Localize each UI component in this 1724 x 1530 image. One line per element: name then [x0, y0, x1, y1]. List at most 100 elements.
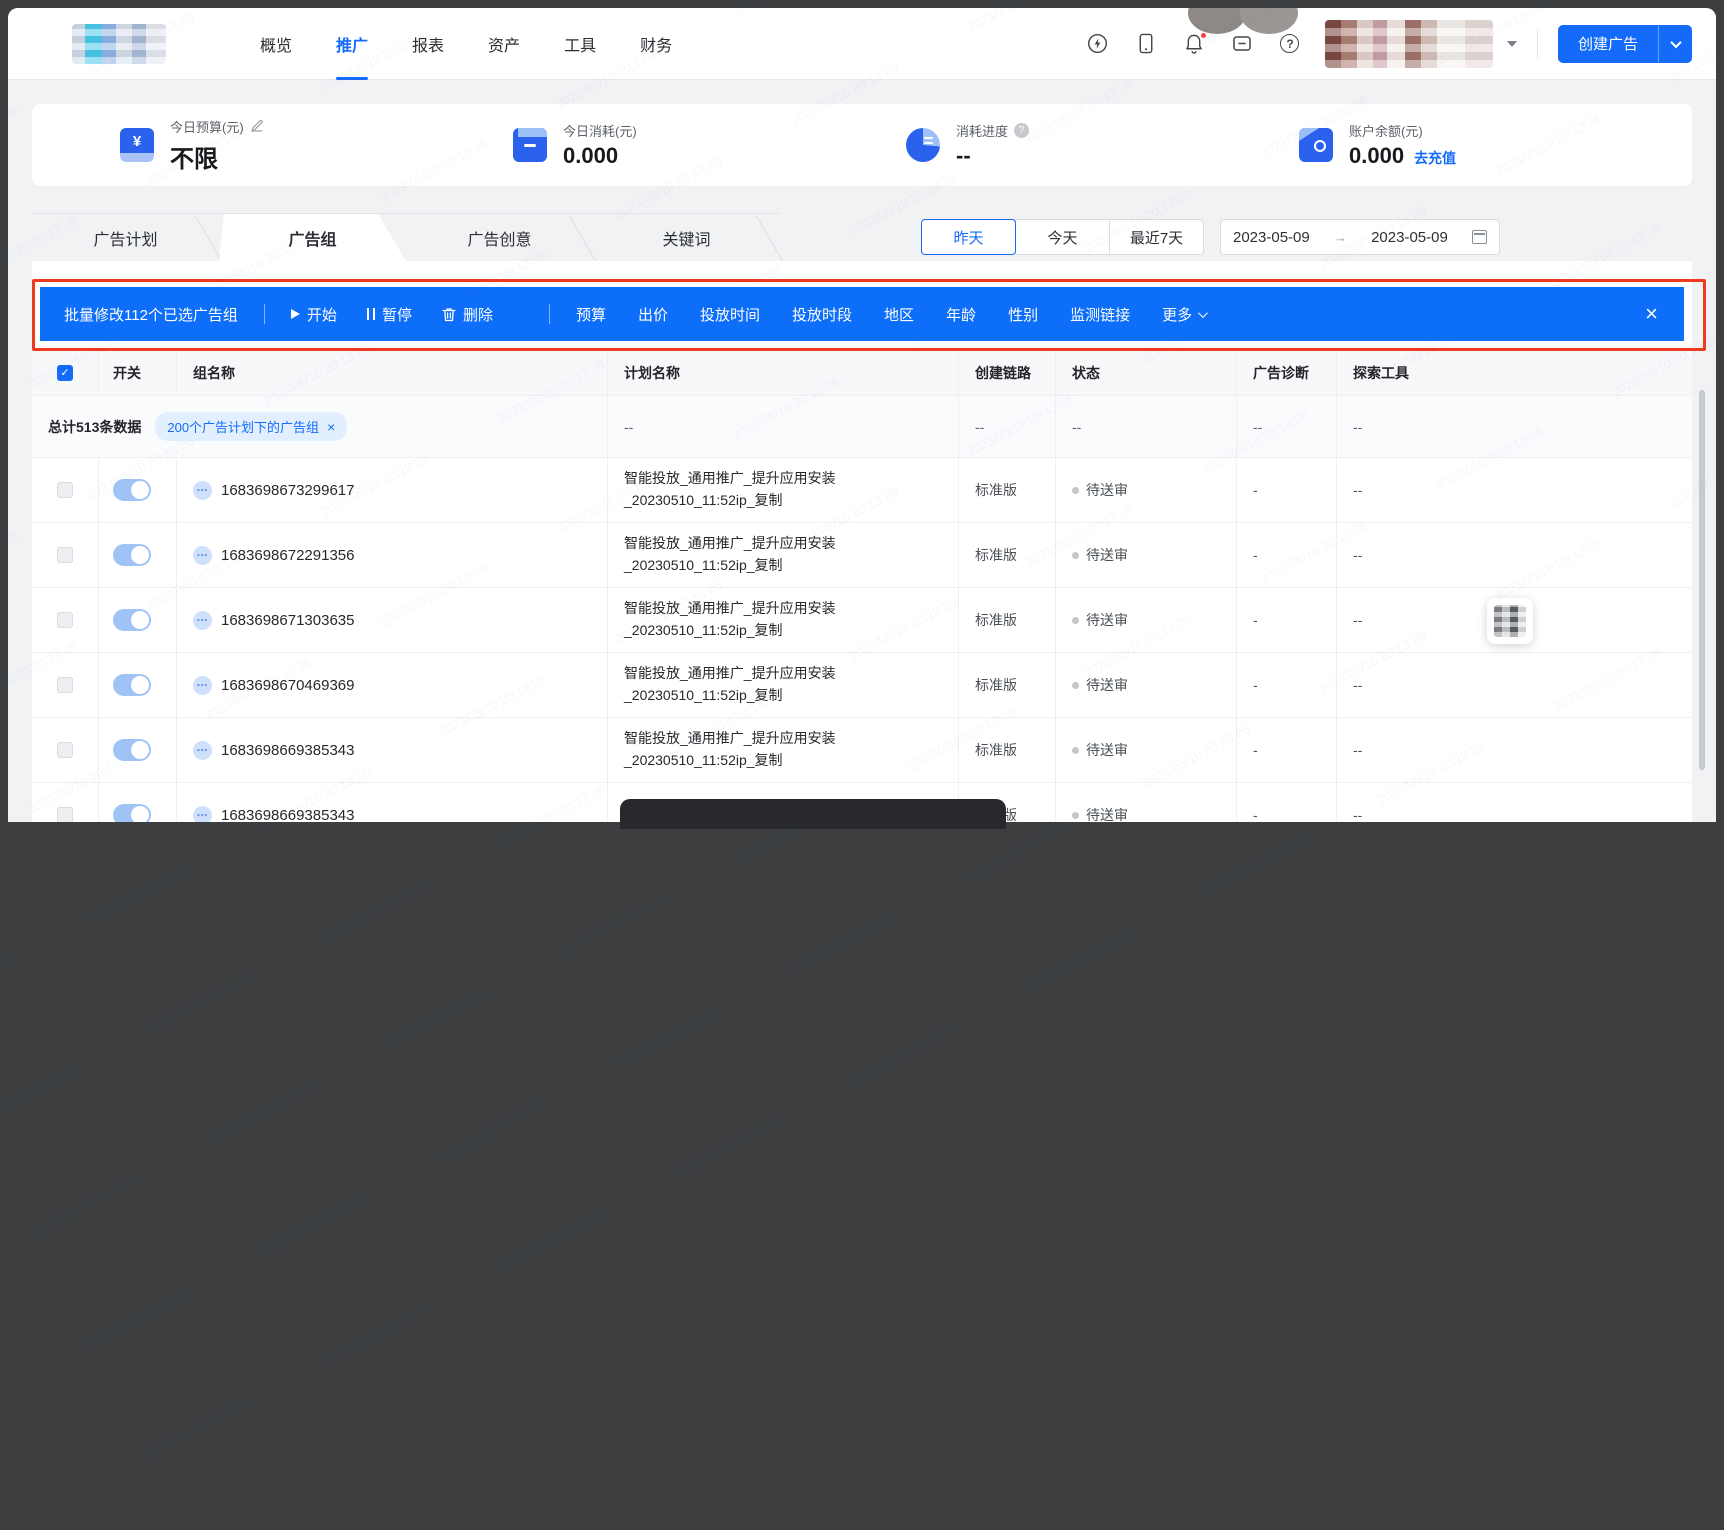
- edit-budget-icon[interactable]: [250, 119, 264, 133]
- row-checkbox[interactable]: [57, 547, 73, 563]
- explore-tool: --: [1353, 547, 1363, 563]
- plan-name[interactable]: 智能投放_通用推广_提升应用安装_20230510_11:52ip_复制: [608, 653, 959, 717]
- preset-yesterday[interactable]: 昨天: [921, 219, 1016, 255]
- summary-plan: --: [608, 396, 959, 457]
- row-switch-toggle[interactable]: [113, 544, 151, 566]
- stat-label: 今日消耗(元): [563, 124, 637, 139]
- chat-icon[interactable]: [1231, 33, 1253, 55]
- stat-label: 账户余额(元): [1349, 124, 1423, 139]
- tab-ad-group[interactable]: 广告组: [219, 214, 406, 261]
- status-text: 待送审: [1086, 807, 1128, 822]
- nav-item-reports[interactable]: 报表: [390, 8, 466, 80]
- bulk-start-button[interactable]: 开始: [290, 304, 337, 325]
- row-switch-toggle[interactable]: [113, 804, 151, 822]
- create-ad-dropdown[interactable]: [1658, 24, 1692, 63]
- row-checkbox[interactable]: [57, 742, 73, 758]
- creation-link: 标准版: [959, 653, 1056, 717]
- main-nav: 概览 推广 报表 资产 工具 财务: [238, 8, 694, 80]
- group-id[interactable]: 1683698670469369: [221, 677, 354, 694]
- group-id[interactable]: 1683698673299617: [221, 482, 354, 499]
- bulk-delete-button[interactable]: 删除: [442, 304, 493, 325]
- nav-item-assets[interactable]: 资产: [466, 8, 542, 80]
- row-switch-toggle[interactable]: [113, 609, 151, 631]
- nav-item-promotion[interactable]: 推广: [314, 8, 390, 80]
- tab-ad-plan[interactable]: 广告计划: [32, 214, 219, 261]
- group-id[interactable]: 1683698669385343: [221, 807, 354, 823]
- help-icon[interactable]: ?: [1279, 33, 1301, 55]
- content-card: 批量修改112个已选广告组 开始 暂停 删除 预算 出价 投放时间 投放时段 地…: [32, 261, 1706, 823]
- header-explore-tool: 探索工具: [1353, 364, 1409, 381]
- stat-value: 不限: [170, 145, 218, 173]
- calendar-icon: [1471, 230, 1487, 244]
- total-count-label: 总计513条数据: [48, 418, 142, 435]
- date-range-picker[interactable]: 2023-05-09 → 2023-05-09: [1220, 219, 1500, 255]
- stat-label: 消耗进度: [956, 124, 1009, 139]
- group-status-icon: ⋯: [193, 740, 212, 760]
- summary-status: --: [1056, 396, 1237, 457]
- vertical-scrollbar[interactable]: [1699, 390, 1705, 770]
- row-checkbox[interactable]: [57, 677, 73, 693]
- row-switch-toggle[interactable]: [113, 674, 151, 696]
- tab-keywords[interactable]: 关键词: [593, 214, 780, 261]
- wallet-icon: [1299, 128, 1333, 162]
- row-checkbox[interactable]: [57, 807, 73, 822]
- status-dot-icon: [1072, 551, 1079, 559]
- bulk-field-budget[interactable]: 预算: [576, 304, 606, 325]
- bulk-field-age[interactable]: 年龄: [946, 304, 976, 325]
- plan-name[interactable]: 智能投放_通用推广_提升应用安装_20230510_11:52ip_复制: [608, 458, 959, 522]
- nav-item-overview[interactable]: 概览: [238, 8, 314, 80]
- pause-icon: [366, 308, 375, 320]
- ad-diagnosis: -: [1237, 653, 1337, 717]
- bell-icon[interactable]: [1183, 31, 1207, 55]
- bulk-field-bid[interactable]: 出价: [638, 304, 668, 325]
- bulk-field-tracking[interactable]: 监测链接: [1070, 304, 1130, 325]
- floating-widget-blurred[interactable]: [1487, 598, 1533, 644]
- plan-name[interactable]: 智能投放_通用推广_提升应用安装_20230510_11:52ip_复制: [608, 523, 959, 587]
- bulk-field-gender[interactable]: 性别: [1008, 304, 1038, 325]
- account-name-blurred[interactable]: [1324, 19, 1493, 68]
- nav-item-finance[interactable]: 财务: [618, 8, 694, 80]
- tab-ad-creative[interactable]: 广告创意: [406, 214, 593, 261]
- create-ad-button[interactable]: 创建广告: [1557, 24, 1658, 63]
- nav-item-tools[interactable]: 工具: [542, 8, 618, 80]
- row-checkbox[interactable]: [57, 612, 73, 628]
- date-start: 2023-05-09: [1233, 228, 1310, 246]
- bulk-field-region[interactable]: 地区: [884, 304, 914, 325]
- bulk-close-button[interactable]: ×: [1643, 303, 1660, 325]
- bulk-more-dropdown[interactable]: 更多: [1162, 304, 1208, 325]
- header-status: 状态: [1056, 350, 1237, 395]
- account-stats-card: ¥ 今日预算(元) 不限 今日消耗(元) 0.000 消耗进度 ? -- 账户余…: [32, 104, 1692, 186]
- status-text: 待送审: [1086, 482, 1128, 498]
- group-id[interactable]: 1683698672291356: [221, 547, 354, 564]
- subtab-row: 广告计划 广告组 广告创意 关键词 昨天 今天 最近7天 2023-05-09 …: [32, 213, 1692, 261]
- help-tooltip-icon[interactable]: ?: [1014, 123, 1030, 138]
- ad-diagnosis: -: [1237, 718, 1337, 782]
- group-id[interactable]: 1683698669385343: [221, 742, 354, 759]
- bulk-pause-button[interactable]: 暂停: [366, 304, 412, 325]
- status-dot-icon: [1072, 486, 1079, 494]
- status-dot-icon: [1072, 681, 1079, 689]
- preset-last7days[interactable]: 最近7天: [1109, 219, 1204, 255]
- summary-explore: --: [1353, 418, 1363, 435]
- plan-name[interactable]: 智能投放_通用推广_提升应用安装_20230510_11:52ip_复制: [608, 718, 959, 782]
- chip-close-icon[interactable]: ×: [327, 419, 335, 435]
- preset-today[interactable]: 今天: [1015, 219, 1110, 255]
- mobile-icon[interactable]: [1135, 33, 1157, 55]
- plan-name[interactable]: 智能投放_通用推广_提升应用安装_20230510_11:52ip_复制: [608, 588, 959, 652]
- bulk-field-schedule[interactable]: 投放时间: [700, 304, 760, 325]
- header-plan-name: 计划名称: [608, 350, 959, 395]
- row-switch-toggle[interactable]: [113, 479, 151, 501]
- row-switch-toggle[interactable]: [113, 739, 151, 761]
- explore-tool: --: [1353, 742, 1363, 758]
- status-dot-icon: [1072, 811, 1079, 819]
- recharge-link[interactable]: 去充值: [1414, 148, 1456, 168]
- select-all-checkbox[interactable]: ✓: [57, 364, 73, 381]
- table-row: ⋯ 1683698669385343 智能投放_通用推广_提升应用安装_2023…: [32, 718, 1692, 783]
- stat-daily-budget: ¥ 今日预算(元) 不限: [120, 117, 513, 174]
- flash-icon[interactable]: [1087, 33, 1109, 55]
- row-checkbox[interactable]: [57, 482, 73, 498]
- group-id[interactable]: 1683698671303635: [221, 612, 354, 629]
- nav-divider: [1536, 28, 1538, 59]
- account-caret-icon[interactable]: [1506, 40, 1517, 47]
- bulk-field-timeslot[interactable]: 投放时段: [792, 304, 852, 325]
